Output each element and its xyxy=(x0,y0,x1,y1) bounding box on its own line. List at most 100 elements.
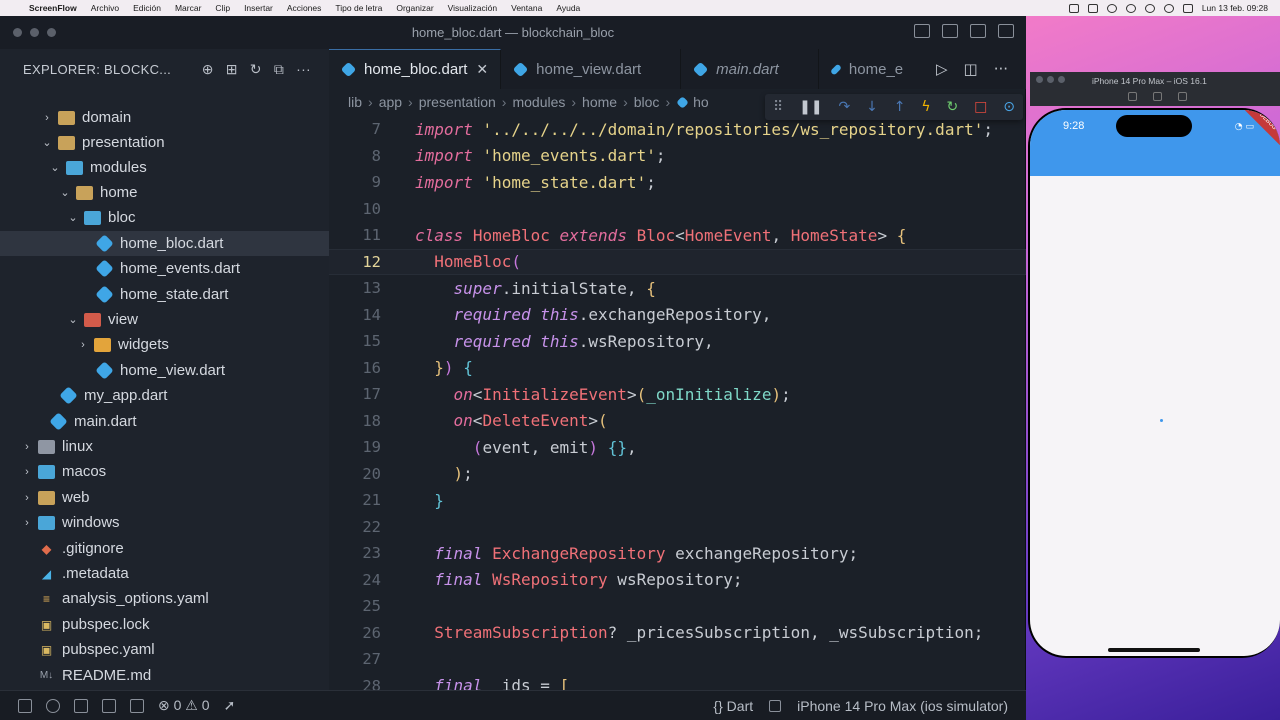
control-center-icon[interactable] xyxy=(1182,3,1193,13)
language-mode[interactable]: {} Dart xyxy=(713,698,753,714)
breadcrumb-bloc[interactable]: bloc xyxy=(634,94,660,110)
more-actions-icon[interactable]: ··· xyxy=(296,61,311,78)
menu-acciones[interactable]: Acciones xyxy=(280,3,329,13)
menu-marcar[interactable]: Marcar xyxy=(168,3,208,13)
home-icon[interactable] xyxy=(1128,92,1137,101)
tree-item-home-view-dart[interactable]: home_view.dart xyxy=(0,358,329,383)
code-line: 27 xyxy=(329,646,1026,673)
minimize-window-button[interactable] xyxy=(1047,76,1054,83)
line-number: 18 xyxy=(362,411,381,430)
tree-item-home-state-dart[interactable]: home_state.dart xyxy=(0,282,329,307)
iphone-screen[interactable]: 9:28 ◔ ▭ DEBUG xyxy=(1030,110,1280,656)
pause-icon[interactable]: ❚❚ xyxy=(799,99,822,115)
breadcrumb-home[interactable]: home xyxy=(582,94,617,110)
source-control-icon[interactable] xyxy=(74,698,88,713)
tree-item-pubspec-yaml[interactable]: ▣ pubspec.yaml xyxy=(0,637,329,662)
step-into-icon[interactable]: ↓ xyxy=(866,99,878,115)
menu-organizar[interactable]: Organizar xyxy=(389,3,440,13)
run-icon[interactable]: ▷ xyxy=(936,60,948,78)
tree-item-my-app-dart[interactable]: my_app.dart xyxy=(0,383,329,408)
new-file-icon[interactable]: ⊕ xyxy=(202,61,214,78)
tree-item-web[interactable]: › web xyxy=(0,485,329,510)
collapse-all-icon[interactable]: ⧉ xyxy=(274,61,284,78)
split-editor-icon[interactable]: ◫ xyxy=(964,60,978,78)
restart-icon[interactable]: ↻ xyxy=(946,99,958,115)
more-actions-icon[interactable]: ··· xyxy=(994,60,1008,78)
screenshot-icon[interactable] xyxy=(1153,92,1162,101)
tab-home-bloc[interactable]: home_bloc.dart ✕ xyxy=(329,49,502,89)
menu-visualizacion[interactable]: Visualización xyxy=(441,3,504,13)
toggle-sidebar-icon[interactable] xyxy=(914,24,930,38)
search-icon[interactable] xyxy=(46,698,60,713)
dart-icon xyxy=(95,234,114,253)
code-editor[interactable]: 7 import '../../../../domain/repositorie… xyxy=(329,116,1026,695)
customize-layout-icon[interactable] xyxy=(998,24,1014,38)
menu-tipo-de-letra[interactable]: Tipo de letra xyxy=(328,3,389,13)
tree-item-metadata[interactable]: ◢ .metadata xyxy=(0,561,329,586)
wifi-icon[interactable] xyxy=(1144,3,1155,13)
close-icon[interactable]: ✕ xyxy=(476,61,488,78)
tree-item-windows[interactable]: › windows xyxy=(0,510,329,535)
run-debug-icon[interactable] xyxy=(102,698,116,713)
tree-item-view[interactable]: ⌄ view xyxy=(0,307,329,332)
tree-item-macos[interactable]: › macos xyxy=(0,459,329,484)
battery-icon[interactable] xyxy=(1087,3,1098,13)
breadcrumb-presentation[interactable]: presentation xyxy=(419,94,496,110)
menu-ventana[interactable]: Ventana xyxy=(504,3,549,13)
headphones-icon[interactable] xyxy=(1106,3,1117,13)
breadcrumb-app[interactable]: app xyxy=(379,94,402,110)
tree-item-home[interactable]: ⌄ home xyxy=(0,180,329,205)
menu-app-name[interactable]: ScreenFlow xyxy=(22,3,84,13)
breadcrumb-modules[interactable]: modules xyxy=(512,94,565,110)
tab-home-view[interactable]: home_view.dart xyxy=(501,49,682,89)
tree-item-main-dart[interactable]: main.dart xyxy=(0,409,329,434)
refresh-icon[interactable]: ↻ xyxy=(250,61,262,78)
terminal-icon[interactable] xyxy=(769,699,782,712)
tree-item-analysis-options[interactable]: ≡ analysis_options.yaml xyxy=(0,586,329,611)
menu-edicion[interactable]: Edición xyxy=(126,3,168,13)
breadcrumb-file[interactable]: ho xyxy=(693,94,709,110)
tab-home-events[interactable]: home_e xyxy=(819,49,915,89)
tree-item-modules[interactable]: ⌄ modules xyxy=(0,155,329,180)
menu-ayuda[interactable]: Ayuda xyxy=(549,3,587,13)
menu-clip[interactable]: Clip xyxy=(208,3,237,13)
screenflow-status-icon[interactable] xyxy=(1068,3,1079,13)
stop-icon[interactable]: □ xyxy=(974,99,987,115)
tree-item-gitignore[interactable]: ◆ .gitignore xyxy=(0,536,329,561)
step-out-icon[interactable]: ↑ xyxy=(894,99,906,115)
tree-item-label: pubspec.lock xyxy=(62,616,150,633)
problems-indicator[interactable]: ⊗ 0 ⚠ 0 xyxy=(158,697,210,714)
live-share-icon[interactable]: ➚ xyxy=(224,697,236,714)
tree-item-domain[interactable]: › domain xyxy=(0,105,329,130)
menu-archivo[interactable]: Archivo xyxy=(84,3,126,13)
breadcrumb-lib[interactable]: lib xyxy=(348,94,362,110)
tree-item-readme[interactable]: M↓ README.md xyxy=(0,663,329,688)
hot-reload-icon[interactable]: ϟ xyxy=(921,99,930,115)
menubar-clock[interactable]: Lun 13 feb. 09:28 xyxy=(1202,3,1268,13)
tree-item-pubspec-lock[interactable]: ▣ pubspec.lock xyxy=(0,612,329,637)
tree-item-presentation[interactable]: ⌄ presentation xyxy=(0,130,329,155)
rotate-icon[interactable] xyxy=(1178,92,1187,101)
warning-count: 0 xyxy=(201,697,210,713)
drag-handle-icon[interactable]: ⠿ xyxy=(773,99,783,115)
tree-item-linux[interactable]: › linux xyxy=(0,434,329,459)
close-window-button[interactable] xyxy=(1036,76,1043,83)
tree-item-widgets[interactable]: › widgets xyxy=(0,332,329,357)
toggle-panel-icon[interactable] xyxy=(942,24,958,38)
extensions-icon[interactable] xyxy=(130,698,144,713)
tree-item-home-events-dart[interactable]: home_events.dart xyxy=(0,256,329,281)
toggle-secondary-sidebar-icon[interactable] xyxy=(970,24,986,38)
new-folder-icon[interactable]: ⊞ xyxy=(226,61,238,78)
explorer-icon[interactable] xyxy=(18,698,32,713)
home-indicator[interactable] xyxy=(1108,648,1200,652)
devtools-icon[interactable]: ⊙ xyxy=(1003,99,1015,115)
menu-insertar[interactable]: Insertar xyxy=(237,3,280,13)
zoom-window-button[interactable] xyxy=(1058,76,1065,83)
device-selector[interactable]: iPhone 14 Pro Max (ios simulator) xyxy=(797,698,1008,714)
step-over-icon[interactable]: ↷ xyxy=(838,99,850,115)
tree-item-home-bloc-dart[interactable]: home_bloc.dart xyxy=(0,231,329,256)
search-icon[interactable] xyxy=(1163,3,1174,13)
tree-item-bloc[interactable]: ⌄ bloc xyxy=(0,205,329,230)
tab-main[interactable]: main.dart xyxy=(681,49,820,89)
bluetooth-icon[interactable] xyxy=(1125,3,1136,13)
